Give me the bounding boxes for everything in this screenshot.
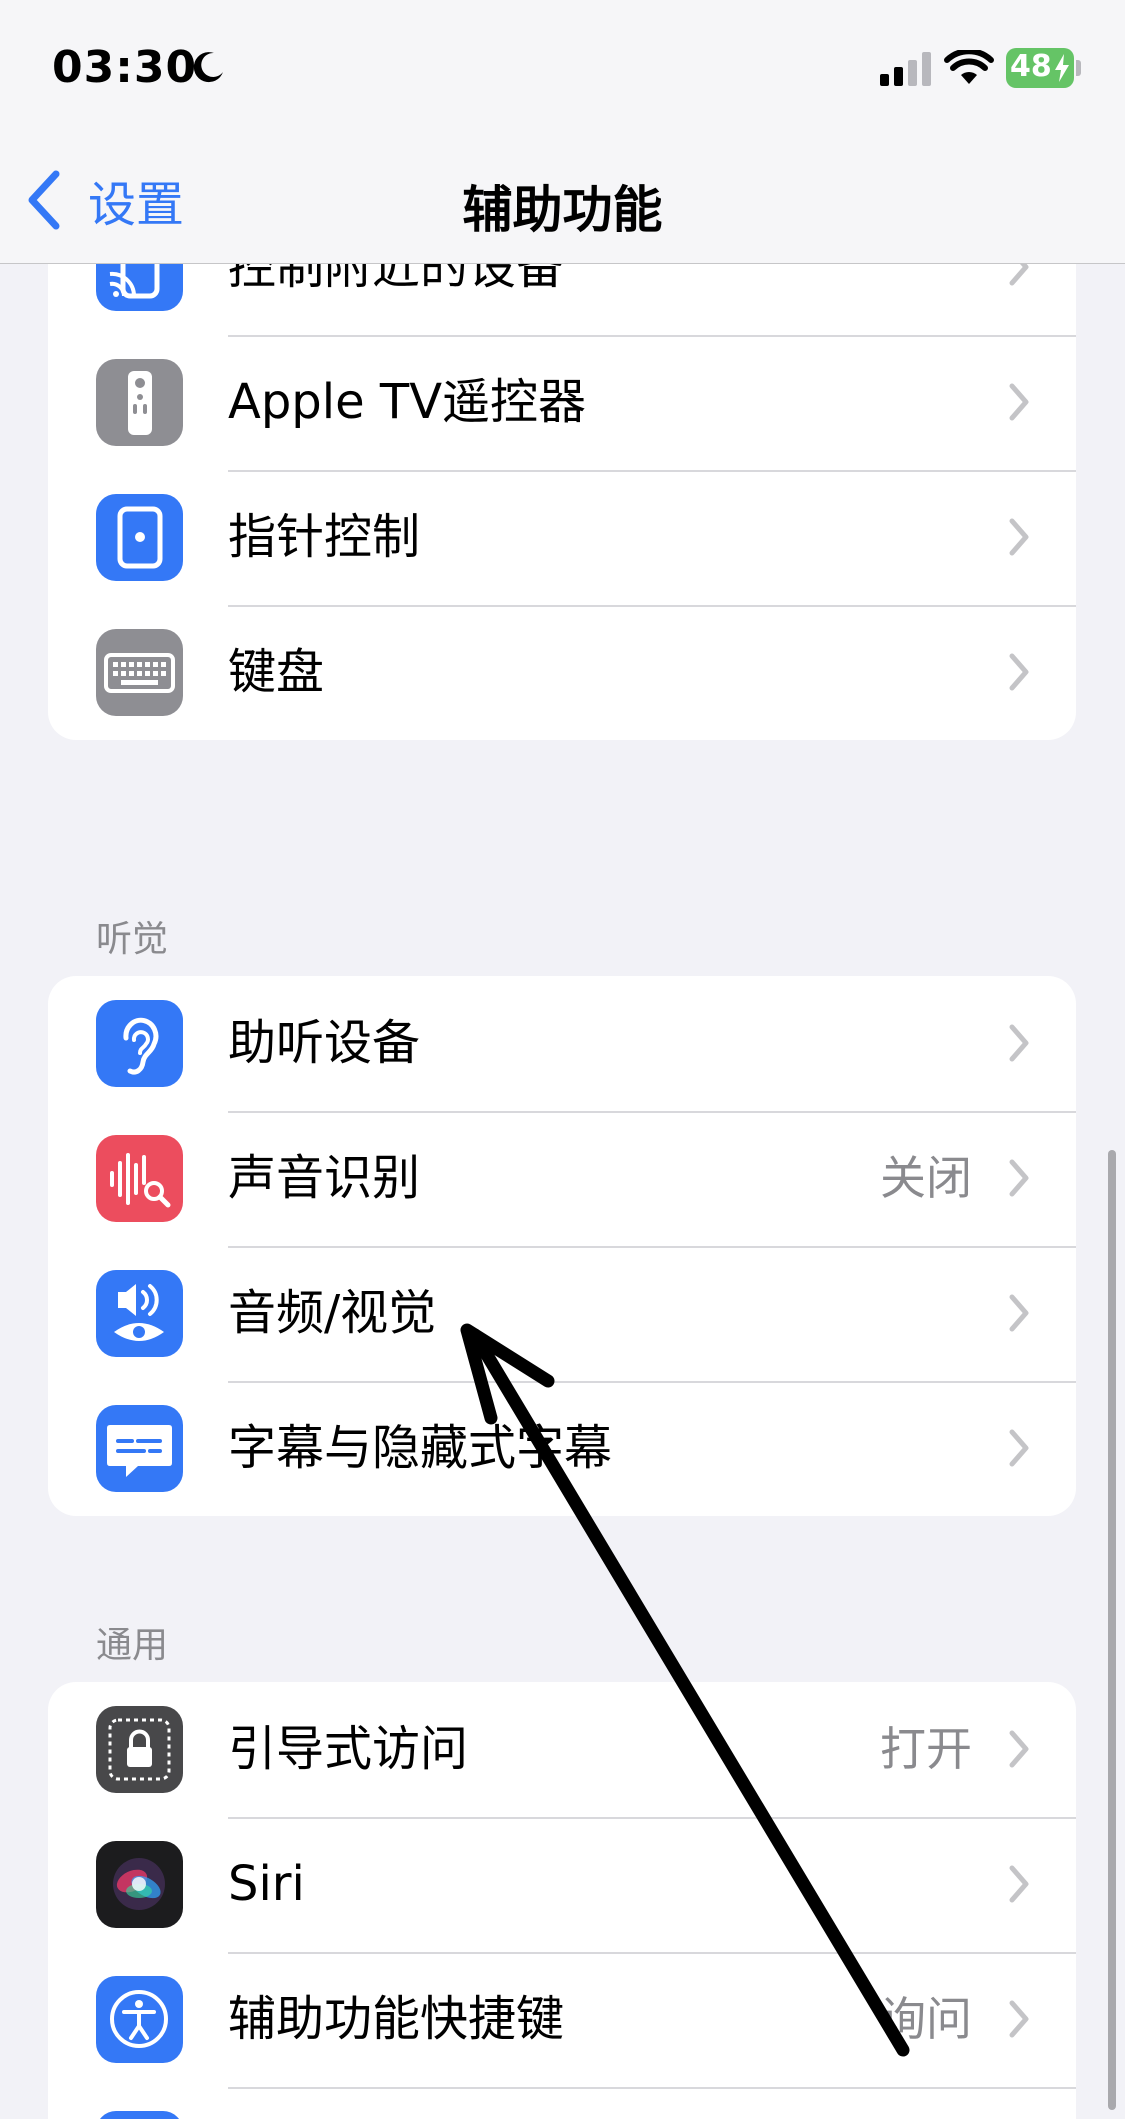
battery-tip xyxy=(1076,60,1081,76)
chevron-right-icon xyxy=(1009,653,1029,691)
hearing-group: 助听设备 声音识别 关闭 音频/视觉 字幕与隐藏式字幕 xyxy=(48,976,1076,1516)
row-hearing-devices[interactable]: 助听设备 xyxy=(48,976,1076,1111)
page-title: 辅助功能 xyxy=(462,181,663,239)
status-time: 03:30 xyxy=(52,42,198,93)
row-label: 音频/视觉 xyxy=(228,1285,437,1341)
chevron-right-icon xyxy=(1009,264,1029,286)
chevron-right-icon xyxy=(1009,2000,1029,2038)
row-value: 关闭 xyxy=(880,1151,972,1205)
settings-list[interactable]: 控制附近的设备 Apple TV遥控器 指针控制 键盘 听觉 助听设备 声音识别… xyxy=(0,264,1125,2119)
row-label: 辅助功能快捷键 xyxy=(228,1991,565,2047)
row-label: 控制附近的设备 xyxy=(228,264,565,295)
section-header-hearing: 听觉 xyxy=(96,919,169,960)
row-value: 询问 xyxy=(880,1992,972,2046)
battery-level: 48 xyxy=(1010,49,1052,84)
pointer-control-icon xyxy=(96,494,183,581)
row-label: 键盘 xyxy=(228,644,325,700)
row-sound-recognition[interactable]: 声音识别 关闭 xyxy=(48,1111,1076,1246)
row-label: 指针控制 xyxy=(228,509,421,565)
row-accessibility-shortcut[interactable]: 辅助功能快捷键 询问 xyxy=(48,1952,1076,2087)
siri-icon xyxy=(96,1841,183,1928)
row-apple-tv-remote[interactable]: Apple TV遥控器 xyxy=(48,335,1076,470)
moon-icon xyxy=(193,52,223,83)
chevron-right-icon xyxy=(1009,383,1029,421)
row-value: 打开 xyxy=(880,1722,972,1776)
status-bar: 03:30 48 xyxy=(0,0,1125,140)
nearby-devices-icon xyxy=(96,264,183,311)
scrollbar[interactable] xyxy=(1108,1150,1116,2110)
row-label: Apple TV遥控器 xyxy=(228,374,587,430)
row-label: Siri xyxy=(228,1856,305,1912)
chevron-right-icon xyxy=(1009,1294,1029,1332)
row-guided-access[interactable]: 引导式访问 打开 xyxy=(48,1682,1076,1817)
row-subtitles-captions[interactable]: 字幕与隐藏式字幕 xyxy=(48,1381,1076,1516)
row-label: 引导式访问 xyxy=(228,1721,469,1777)
chevron-right-icon xyxy=(1009,1024,1029,1062)
row-nearby-devices[interactable]: 控制附近的设备 xyxy=(48,264,1076,335)
row-audio-visual[interactable]: 音频/视觉 xyxy=(48,1246,1076,1381)
ear-icon xyxy=(96,1000,183,1087)
charging-bolt-icon xyxy=(1055,54,1069,82)
row-pointer-control[interactable]: 指针控制 xyxy=(48,470,1076,605)
physical-motor-group: 控制附近的设备 Apple TV遥控器 指针控制 键盘 xyxy=(48,264,1076,740)
section-header-general: 通用 xyxy=(96,1625,169,1666)
audio-visual-icon xyxy=(96,1270,183,1357)
navigation-bar: 设置 辅助功能 xyxy=(0,140,1125,264)
chevron-right-icon xyxy=(1009,1159,1029,1197)
row-next-partial[interactable] xyxy=(48,2087,1076,2119)
chevron-right-icon xyxy=(1009,1730,1029,1768)
chevron-right-icon xyxy=(1009,518,1029,556)
partial-row-icon xyxy=(96,2111,183,2119)
cellular-signal-icon xyxy=(880,52,931,86)
row-label: 字幕与隐藏式字幕 xyxy=(228,1420,613,1476)
keyboard-icon xyxy=(96,629,183,716)
subtitles-icon xyxy=(96,1405,183,1492)
battery-indicator: 48 xyxy=(1006,48,1074,88)
general-group: 引导式访问 打开 Siri 辅助功能快捷键 询问 xyxy=(48,1682,1076,2119)
row-label: 声音识别 xyxy=(228,1150,421,1206)
wifi-icon xyxy=(944,50,994,84)
row-label: 助听设备 xyxy=(228,1015,421,1071)
guided-access-icon xyxy=(96,1706,183,1793)
tv-remote-icon xyxy=(96,359,183,446)
accessibility-icon xyxy=(96,1976,183,2063)
chevron-right-icon xyxy=(1009,1865,1029,1903)
row-keyboard[interactable]: 键盘 xyxy=(48,605,1076,740)
row-siri[interactable]: Siri xyxy=(48,1817,1076,1952)
sound-recognition-icon xyxy=(96,1135,183,1222)
chevron-right-icon xyxy=(1009,1429,1029,1467)
